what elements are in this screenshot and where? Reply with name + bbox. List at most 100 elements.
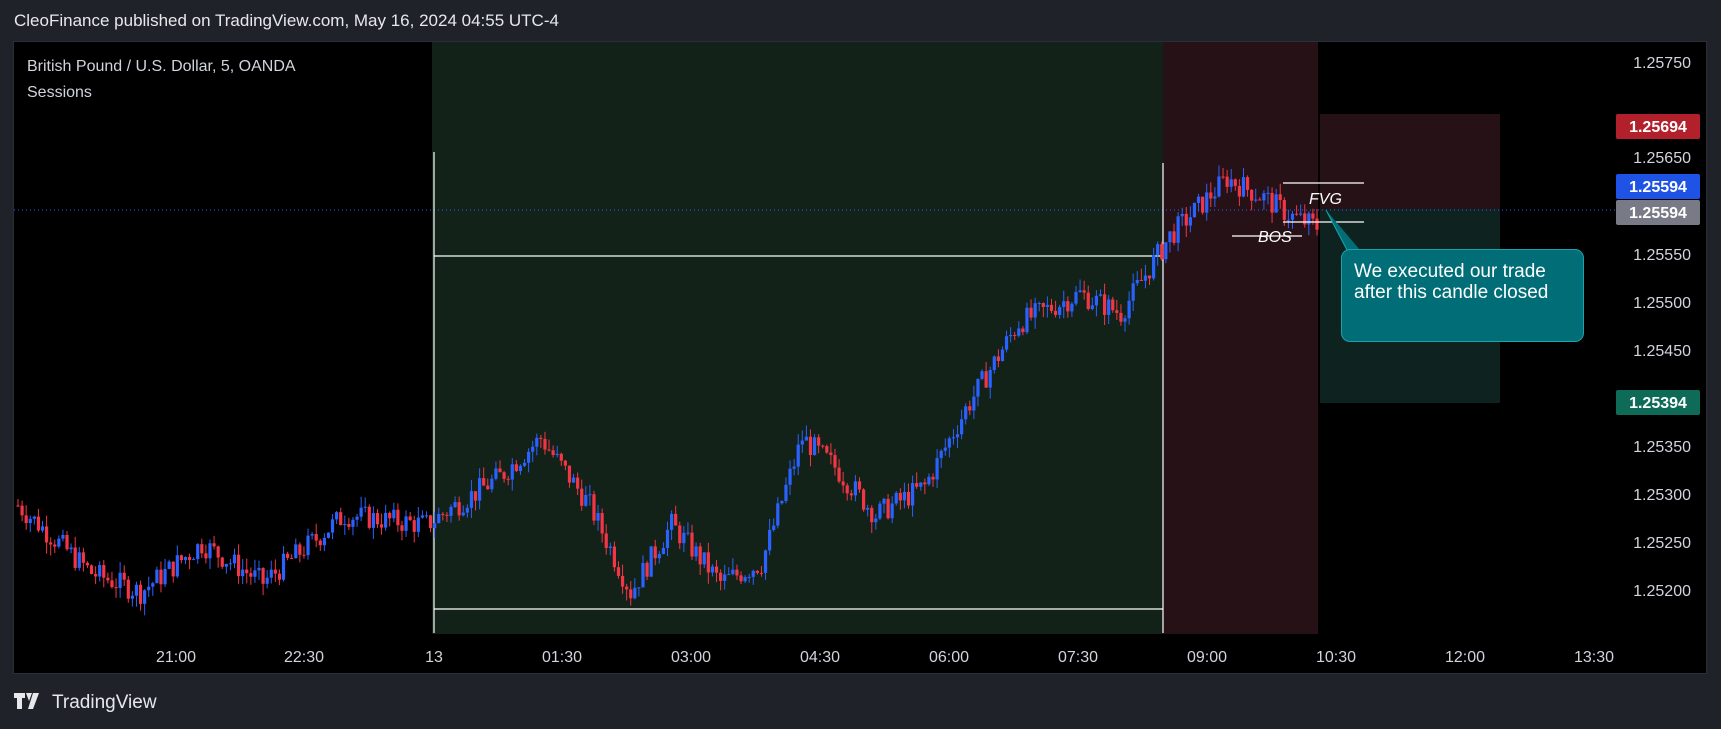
candle-body[interactable]: [147, 586, 151, 591]
candle-body[interactable]: [359, 507, 363, 517]
candle-body[interactable]: [739, 575, 743, 582]
candle-body[interactable]: [608, 546, 612, 549]
candle-body[interactable]: [686, 532, 690, 534]
candle-body[interactable]: [502, 472, 506, 479]
candle-body[interactable]: [1237, 185, 1241, 197]
candle-body[interactable]: [1033, 303, 1037, 318]
candle-body[interactable]: [134, 584, 139, 596]
candle-body[interactable]: [298, 544, 302, 555]
candle-body[interactable]: [94, 573, 98, 577]
candle-body[interactable]: [690, 532, 694, 557]
candle-body[interactable]: [167, 561, 171, 569]
candle-body[interactable]: [445, 514, 449, 516]
candle-body[interactable]: [400, 525, 404, 531]
candle-body[interactable]: [698, 546, 702, 565]
candle-body[interactable]: [727, 574, 731, 576]
candle-body[interactable]: [388, 512, 392, 519]
candle-body[interactable]: [339, 512, 343, 526]
candle-body[interactable]: [310, 534, 314, 536]
candle-body[interactable]: [743, 577, 747, 582]
candle-body[interactable]: [960, 419, 964, 435]
candle-body[interactable]: [273, 569, 277, 574]
candle-body[interactable]: [437, 513, 441, 524]
candle-body[interactable]: [159, 569, 163, 585]
candle-body[interactable]: [915, 483, 919, 487]
candle-body[interactable]: [473, 491, 478, 501]
candle-body[interactable]: [384, 512, 388, 528]
candle-body[interactable]: [808, 436, 813, 456]
candle-body[interactable]: [106, 577, 110, 581]
candle-body[interactable]: [477, 478, 482, 501]
candle-body[interactable]: [1045, 304, 1049, 307]
candle-body[interactable]: [763, 550, 768, 573]
candle-body[interactable]: [412, 520, 416, 532]
candle-body[interactable]: [584, 494, 588, 506]
candle-body[interactable]: [433, 523, 437, 529]
candle-body[interactable]: [302, 554, 306, 556]
candle-body[interactable]: [306, 535, 310, 556]
candle-body[interactable]: [355, 516, 359, 520]
candle-body[interactable]: [1090, 305, 1094, 310]
candle-body[interactable]: [886, 498, 890, 519]
candle-body[interactable]: [49, 542, 53, 545]
candle-body[interactable]: [1184, 213, 1188, 226]
candle-body[interactable]: [20, 505, 24, 516]
candle-body[interactable]: [1245, 177, 1250, 190]
candle-body[interactable]: [919, 482, 923, 487]
candle-body[interactable]: [490, 478, 494, 490]
candle-body[interactable]: [829, 452, 833, 456]
candle-body[interactable]: [510, 464, 514, 480]
candle-body[interactable]: [1188, 217, 1192, 226]
candle-body[interactable]: [151, 583, 155, 587]
candle-body[interactable]: [788, 468, 792, 485]
candle-body[interactable]: [825, 446, 829, 453]
candle-body[interactable]: [1282, 200, 1286, 220]
candle-body[interactable]: [796, 444, 800, 467]
candle-body[interactable]: [1286, 219, 1291, 221]
candle-body[interactable]: [1217, 176, 1221, 197]
candle-body[interactable]: [1270, 192, 1274, 213]
candle-body[interactable]: [951, 437, 956, 439]
candle-body[interactable]: [53, 544, 57, 547]
candle-body[interactable]: [73, 547, 77, 568]
candle-body[interactable]: [1168, 231, 1172, 243]
candle-body[interactable]: [486, 485, 490, 490]
candle-body[interactable]: [1176, 216, 1180, 243]
candle-body[interactable]: [706, 552, 710, 573]
candle-body[interactable]: [224, 564, 228, 567]
candle-body[interactable]: [57, 538, 61, 547]
candle-body[interactable]: [772, 525, 776, 530]
candle-body[interactable]: [1053, 310, 1058, 315]
candle-body[interactable]: [882, 498, 886, 504]
candle-body[interactable]: [65, 534, 69, 550]
candle-body[interactable]: [1123, 318, 1127, 322]
candle-body[interactable]: [853, 481, 858, 496]
candle-body[interactable]: [547, 449, 551, 451]
candle-body[interactable]: [249, 573, 253, 577]
candle-body[interactable]: [616, 567, 621, 576]
candle-body[interactable]: [735, 569, 739, 576]
candle-body[interactable]: [494, 468, 498, 479]
candle-body[interactable]: [571, 477, 576, 483]
candle-body[interactable]: [1066, 301, 1070, 312]
candle-body[interactable]: [682, 532, 686, 544]
candle-body[interactable]: [416, 517, 420, 532]
candle-body[interactable]: [694, 546, 698, 557]
candle-body[interactable]: [1111, 299, 1115, 311]
candle-body[interactable]: [1098, 294, 1103, 296]
candle-body[interactable]: [612, 546, 616, 568]
candle-body[interactable]: [212, 543, 216, 547]
candle-body[interactable]: [600, 512, 604, 534]
candle-body[interactable]: [1274, 194, 1278, 213]
tradingview-logo-icon[interactable]: [14, 692, 44, 714]
candle-body[interactable]: [988, 369, 992, 388]
candle-body[interactable]: [122, 572, 126, 580]
candle-body[interactable]: [755, 570, 759, 573]
candle-body[interactable]: [1058, 307, 1062, 315]
candle-body[interactable]: [874, 518, 878, 523]
candle-body[interactable]: [204, 553, 208, 559]
candle-body[interactable]: [32, 516, 36, 519]
candle-body[interactable]: [1192, 202, 1197, 218]
candle-body[interactable]: [821, 445, 825, 447]
candle-body[interactable]: [641, 562, 645, 588]
